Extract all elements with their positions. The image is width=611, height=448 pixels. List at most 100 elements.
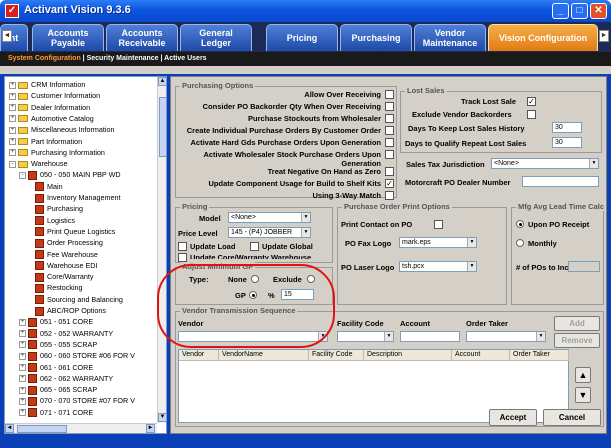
maximize-button[interactable]: □	[571, 3, 588, 19]
tab-vision-configuration[interactable]: Vision Configuration	[488, 24, 598, 51]
expand-icon[interactable]: +	[19, 341, 26, 349]
column-header[interactable]: Account	[452, 350, 510, 361]
tree-item[interactable]: + Part Information	[9, 137, 82, 147]
expand-icon[interactable]: +	[9, 126, 16, 134]
tab-pricing[interactable]: Pricing	[266, 24, 338, 51]
tab-vendor-maintenance[interactable]: Vendor Maintenance	[414, 24, 486, 51]
tree-item[interactable]: +060 - 060 STORE #06 FOR V	[19, 351, 135, 361]
tab-accounts-payable[interactable]: Accounts Payable	[32, 24, 104, 51]
purchasing-option-checkbox[interactable]	[385, 138, 394, 147]
tree-item[interactable]: Print Queue Logistics	[35, 227, 115, 237]
expand-icon[interactable]: +	[19, 318, 26, 326]
add-button[interactable]: Add	[554, 316, 600, 331]
tree-item[interactable]: + Miscellaneous Information	[9, 125, 115, 135]
tree-item[interactable]: + Customer Information	[9, 91, 100, 101]
expand-icon[interactable]: +	[19, 364, 26, 372]
tree-item[interactable]: +065 - 065 SCRAP	[19, 385, 97, 395]
tree-item[interactable]: Sourcing and Balancing	[35, 295, 123, 305]
collapse-icon[interactable]: -	[19, 171, 26, 179]
scroll-thumb[interactable]	[159, 97, 166, 157]
expand-icon[interactable]: +	[9, 138, 16, 146]
scroll-thumb[interactable]	[17, 425, 67, 433]
model-dropdown[interactable]: <None> ▼	[228, 212, 311, 223]
tree-item[interactable]: - Warehouse	[9, 159, 68, 169]
tree-item[interactable]: Order Processing	[35, 238, 103, 248]
monthly-radio[interactable]	[516, 239, 524, 247]
tree-item[interactable]: ABC/ROP Options	[35, 306, 106, 316]
column-header[interactable]: Order Taker	[510, 350, 569, 361]
tree-horizontal-scrollbar[interactable]: ◄ ►	[5, 423, 157, 433]
tree-item[interactable]: + CRM Information	[9, 80, 85, 90]
scroll-up-icon[interactable]: ▲	[158, 77, 166, 86]
num-pos-input[interactable]	[568, 261, 600, 272]
subnav-active-users[interactable]: Active Users	[164, 55, 206, 62]
exclude-vendor-backorders-checkbox[interactable]	[527, 110, 536, 119]
tab-general-ledger[interactable]: General Ledger	[180, 24, 252, 51]
expand-icon[interactable]: +	[19, 375, 26, 383]
tab-accounts-receivable[interactable]: Accounts Receivable	[106, 24, 178, 51]
expand-icon[interactable]: +	[19, 409, 26, 417]
purchasing-option-checkbox[interactable]	[385, 102, 394, 111]
column-header[interactable]: Vendor	[179, 350, 219, 361]
tree-item[interactable]: + Purchasing Information	[9, 148, 105, 158]
configuration-tree[interactable]: +071 - 071 CORE +070 - 070 STORE #07 FOR …	[4, 76, 167, 434]
expand-icon[interactable]: +	[9, 104, 16, 112]
purchasing-option-checkbox[interactable]	[385, 167, 394, 176]
account-input[interactable]	[400, 331, 460, 342]
tree-item[interactable]: Warehouse EDI	[35, 261, 97, 271]
move-down-icon[interactable]: ▼	[575, 387, 591, 403]
cancel-button[interactable]: Cancel	[543, 409, 601, 426]
tree-item[interactable]: Fee Warehouse	[35, 250, 98, 260]
motorcraft-input[interactable]	[522, 176, 599, 187]
purchasing-option-checkbox[interactable]	[385, 150, 394, 159]
tree-item[interactable]: Inventory Management	[35, 193, 121, 203]
purchasing-option-checkbox[interactable]: ✓	[385, 179, 394, 188]
upon-po-receipt-radio[interactable]	[516, 220, 524, 228]
update-load-checkbox[interactable]	[178, 242, 187, 251]
accept-button[interactable]: Accept	[489, 409, 537, 426]
expand-icon[interactable]: +	[9, 92, 16, 100]
tab-scroll-right-icon[interactable]: ►	[599, 30, 609, 42]
days-keep-history-input[interactable]: 30	[552, 122, 582, 133]
track-lost-sale-checkbox[interactable]: ✓	[527, 97, 536, 106]
update-core-checkbox[interactable]	[178, 253, 187, 262]
tree-item[interactable]: +061 - 061 CORE	[19, 363, 93, 373]
minimize-button[interactable]: _	[552, 3, 569, 19]
purchasing-option-checkbox[interactable]	[385, 191, 394, 200]
expand-icon[interactable]: +	[19, 330, 26, 338]
tree-item[interactable]: Restocking	[35, 283, 83, 293]
tree-item[interactable]: - 050 - 050 MAIN PBP WD	[19, 170, 121, 180]
tree-item[interactable]: +052 - 052 WARRANTY	[19, 329, 113, 339]
subnav-security-maintenance[interactable]: Security Maintenance	[87, 55, 159, 62]
tab-purchasing[interactable]: Purchasing	[340, 24, 412, 51]
scroll-left-icon[interactable]: ◄	[5, 424, 14, 433]
expand-icon[interactable]: +	[9, 149, 16, 157]
tree-item[interactable]: Purchasing	[35, 204, 83, 214]
scroll-down-icon[interactable]: ▼	[158, 413, 166, 422]
remove-button[interactable]: Remove	[554, 333, 600, 348]
tree-item[interactable]: +070 - 070 STORE #07 FOR V	[19, 396, 135, 406]
tree-item[interactable]: Core/Warranty	[35, 272, 93, 282]
column-header[interactable]: VendorName	[219, 350, 309, 361]
price-level-dropdown[interactable]: 145 - (P4) JOBBER ▼	[228, 227, 311, 238]
expand-icon[interactable]: +	[9, 81, 16, 89]
tree-item[interactable]: + Automotive Catalog	[9, 114, 94, 124]
purchasing-option-checkbox[interactable]	[385, 114, 394, 123]
tree-item[interactable]: Logistics	[35, 216, 75, 226]
tree-item[interactable]: +062 - 062 WARRANTY	[19, 374, 113, 384]
tree-vertical-scrollbar[interactable]: ▲ ▼	[157, 77, 166, 423]
close-button[interactable]: ✕	[590, 3, 607, 19]
column-header[interactable]: Description	[364, 350, 452, 361]
expand-icon[interactable]: +	[19, 397, 26, 405]
facility-code-dropdown[interactable]: ▼	[337, 331, 394, 342]
tree-item[interactable]: Main	[35, 182, 63, 192]
days-qualify-input[interactable]: 30	[552, 137, 582, 148]
laser-logo-dropdown[interactable]: tsh.pcx ▼	[399, 261, 477, 272]
expand-icon[interactable]: +	[19, 352, 26, 360]
tree-item[interactable]: + Dealer Information	[9, 103, 90, 113]
tab-scroll-left-icon[interactable]: ◄	[2, 30, 12, 42]
expand-icon[interactable]: +	[9, 115, 16, 123]
fax-logo-dropdown[interactable]: mark.eps ▼	[399, 237, 477, 248]
print-contact-checkbox[interactable]	[434, 220, 443, 229]
scroll-right-icon[interactable]: ►	[146, 424, 155, 433]
